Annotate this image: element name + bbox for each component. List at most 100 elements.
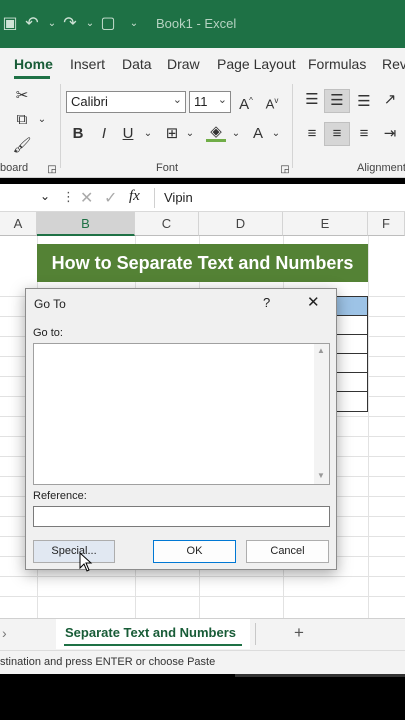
ribbon: ✂ ⧉ ⌄ 🖌 board ◲ Calibri ⌄ 11 ⌄ A^ Av B I… [0, 80, 405, 178]
align-right-icon[interactable]: ≡ [354, 124, 374, 144]
table-cell[interactable] [336, 353, 368, 373]
alignment-group-label: Alignment [357, 162, 405, 174]
align-top-icon[interactable]: ☰ [302, 90, 322, 110]
tab-draw[interactable]: Draw [167, 56, 200, 72]
borders-dropdown-icon[interactable]: ⌄ [180, 124, 200, 144]
customize-qat-icon[interactable]: ⌄ [124, 14, 144, 34]
window-title: Book1 - Excel [156, 16, 237, 31]
align-bottom-icon[interactable]: ☰ [354, 92, 374, 112]
title-bar: ▣ ↶ ⌄ ↷ ⌄ ▢ ⌄ Book1 - Excel [0, 0, 405, 48]
save-icon[interactable]: ▣ [0, 14, 20, 34]
scroll-down-icon[interactable]: ▼ [317, 471, 325, 480]
tab-separator [255, 623, 256, 645]
name-box-dropdown-icon[interactable]: ⌄ [40, 189, 50, 203]
copy-icon[interactable]: ⧉ [12, 110, 32, 130]
add-sheet-button[interactable]: + [294, 623, 304, 643]
cancel-button[interactable]: Cancel [246, 540, 329, 563]
redo-icon[interactable]: ↷ [60, 14, 80, 34]
formula-input[interactable]: Vipin [164, 190, 193, 205]
cancel-entry-icon[interactable]: ✕ [80, 188, 93, 208]
active-tab-indicator [14, 76, 50, 79]
tab-insert[interactable]: Insert [70, 56, 105, 72]
table-cell[interactable] [336, 315, 368, 335]
gridline [0, 576, 405, 577]
clipboard-group-label: board [0, 162, 29, 174]
goto-list[interactable]: ▲ ▼ [33, 343, 330, 485]
more-options-icon[interactable]: ⋮ [62, 189, 75, 205]
indent-icon[interactable]: ⇥ [380, 124, 400, 144]
undo-dropdown-icon[interactable]: ⌄ [42, 14, 62, 34]
column-header-b[interactable]: B [37, 212, 135, 236]
sheet-tab-active[interactable]: Separate Text and Numbers [56, 619, 250, 649]
active-sheet-indicator [64, 644, 242, 646]
decrease-font-size-icon[interactable]: Av [262, 91, 282, 111]
name-box[interactable]: ⌄ [0, 186, 55, 210]
goto-dialog: Go To ? ✕ Go to: ▲ ▼ Reference: Special.… [25, 288, 337, 570]
formula-bar-separator [154, 188, 155, 208]
column-header-f[interactable]: F [368, 212, 405, 236]
sheet-tab-bar: › Separate Text and Numbers + [0, 618, 405, 650]
help-button[interactable]: ? [263, 295, 270, 310]
chevron-down-icon: ⌄ [217, 94, 227, 106]
cut-icon[interactable]: ✂ [12, 86, 32, 106]
align-left-icon[interactable]: ≡ [302, 124, 322, 144]
scroll-sheets-icon[interactable]: › [2, 625, 7, 641]
column-header-d[interactable]: D [199, 212, 283, 236]
font-size-value: 11 [194, 94, 208, 109]
list-scrollbar[interactable]: ▲ ▼ [314, 344, 329, 484]
fill-color-dropdown-icon[interactable]: ⌄ [226, 124, 246, 144]
font-group-label: Font [156, 162, 179, 174]
font-size-combo[interactable]: 11 ⌄ [189, 91, 231, 113]
mouse-cursor-icon [79, 552, 93, 572]
special-button[interactable]: Special... [33, 540, 115, 563]
borders-icon[interactable]: ⊞ [162, 124, 182, 144]
table-cell[interactable] [336, 334, 368, 354]
reference-label: Reference: [33, 490, 87, 502]
ribbon-separator [292, 84, 293, 168]
status-message: stination and press ENTER or choose Past… [0, 656, 216, 668]
insert-function-icon[interactable]: fx [129, 188, 140, 205]
column-header-a[interactable]: A [0, 212, 37, 236]
chevron-down-icon: ⌄ [172, 94, 182, 106]
dialog-title: Go To [34, 297, 66, 311]
sheet-banner[interactable]: How to Separate Text and Numbers [37, 244, 368, 282]
sheet-tab-label: Separate Text and Numbers [65, 625, 236, 640]
undo-icon[interactable]: ↶ [22, 14, 42, 34]
clipboard-launcher-icon[interactable]: ◲ [42, 160, 62, 180]
tab-data[interactable]: Data [122, 56, 152, 72]
italic-icon[interactable]: I [94, 124, 114, 144]
font-color-icon[interactable]: A [248, 124, 268, 144]
copy-dropdown-icon[interactable]: ⌄ [32, 110, 52, 130]
ok-button[interactable]: OK [153, 540, 236, 563]
reference-input[interactable] [33, 506, 330, 527]
new-file-icon[interactable]: ▢ [98, 14, 118, 34]
gridline [368, 236, 369, 618]
column-header-e[interactable]: E [283, 212, 368, 236]
fill-color-icon[interactable]: ◈ [206, 122, 226, 142]
column-header-c[interactable]: C [135, 212, 199, 236]
table-header-cell[interactable] [336, 296, 368, 316]
ribbon-separator [60, 84, 61, 168]
align-middle-icon: ☰ [330, 92, 344, 109]
font-name-combo[interactable]: Calibri ⌄ [66, 91, 186, 113]
close-icon[interactable]: ✕ [307, 293, 320, 311]
orientation-icon[interactable]: ↗ [380, 90, 400, 110]
format-painter-icon[interactable]: 🖌 [12, 136, 32, 156]
tab-home[interactable]: Home [14, 56, 53, 72]
confirm-entry-icon[interactable]: ✓ [104, 188, 117, 208]
align-center-icon: ≡ [332, 125, 342, 142]
tab-review[interactable]: Revi [382, 56, 405, 72]
font-name-value: Calibri [71, 94, 108, 109]
bold-icon[interactable]: B [68, 124, 88, 144]
underline-icon[interactable]: U [118, 124, 138, 144]
goto-label: Go to: [33, 327, 63, 339]
font-color-dropdown-icon[interactable]: ⌄ [266, 124, 286, 144]
scroll-up-icon[interactable]: ▲ [317, 346, 325, 355]
redo-dropdown-icon[interactable]: ⌄ [80, 14, 100, 34]
increase-font-size-icon[interactable]: A^ [236, 91, 256, 113]
underline-dropdown-icon[interactable]: ⌄ [138, 124, 158, 144]
tab-page-layout[interactable]: Page Layout [217, 56, 296, 72]
table-cell[interactable] [336, 372, 368, 392]
tab-formulas[interactable]: Formulas [308, 56, 366, 72]
table-cell[interactable] [336, 391, 368, 412]
